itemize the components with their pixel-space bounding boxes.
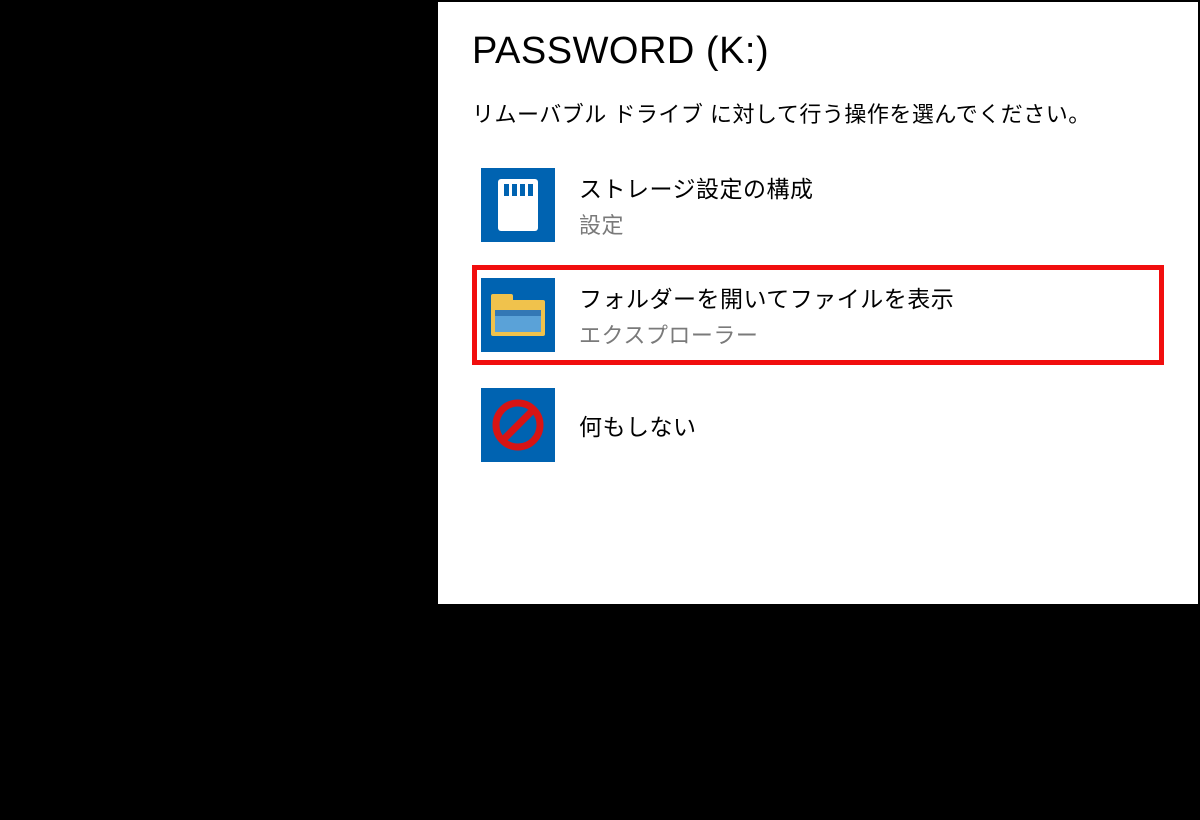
autoplay-option-list: ストレージ設定の構成 設定 フォルダーを開いてファイルを表示 エクスプローラー (472, 155, 1164, 475)
option-text-block: ストレージ設定の構成 設定 (579, 170, 814, 240)
folder-explorer-icon (481, 278, 555, 352)
option-label: フォルダーを開いてファイルを表示 (579, 280, 954, 314)
autoplay-dialog: PASSWORD (K:) リムーバブル ドライブ に対して行う操作を選んでくだ… (438, 2, 1198, 604)
no-action-icon (481, 388, 555, 462)
option-text-block: フォルダーを開いてファイルを表示 エクスプローラー (579, 280, 954, 350)
sd-card-icon (481, 168, 555, 242)
dialog-subtitle: リムーバブル ドライブ に対して行う操作を選んでください。 (472, 97, 1164, 129)
option-storage-settings[interactable]: ストレージ設定の構成 設定 (472, 155, 1164, 255)
option-open-folder[interactable]: フォルダーを開いてファイルを表示 エクスプローラー (472, 265, 1164, 365)
option-no-action[interactable]: 何もしない (472, 375, 1164, 475)
option-sublabel: 設定 (579, 208, 814, 240)
option-label: ストレージ設定の構成 (579, 170, 814, 204)
option-text-block: 何もしない (579, 408, 697, 442)
option-sublabel: エクスプローラー (579, 318, 954, 350)
option-label: 何もしない (579, 408, 697, 442)
drive-title: PASSWORD (K:) (472, 30, 1164, 73)
